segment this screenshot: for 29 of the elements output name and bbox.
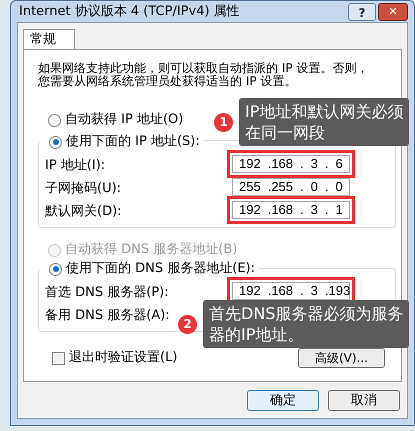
field-label: 首选 DNS 服务器(P):: [45, 284, 169, 300]
field-label: IP 地址(I):: [45, 158, 106, 172]
ip-address-field[interactable]: 192 .168 . 3 .193: [232, 282, 350, 300]
ip-address-field[interactable]: 255 .255 . 0 . 0: [232, 178, 350, 196]
field-label: 默认网关(D):: [45, 204, 122, 218]
help-button[interactable]: ?: [348, 2, 376, 20]
radio-button[interactable]: [49, 262, 62, 276]
ok-button[interactable]: 确定: [247, 390, 319, 411]
field-label: 备用 DNS 服务器(A):: [45, 308, 170, 322]
intro-text: 如果网络支持此功能，则可以获取自动指派的 IP 设置。否则，: [38, 62, 370, 75]
intro-text: 您需要从网络系统管理员处获得适当的 IP 设置。: [38, 75, 298, 88]
checkbox[interactable]: [52, 352, 65, 364]
advanced-button[interactable]: 高级(V)...: [298, 348, 385, 368]
tab[interactable]: 常规: [23, 29, 75, 49]
radio-label: 使用下面的 DNS 服务器地址(E):: [66, 260, 255, 278]
radio-label: 自动获得 IP 地址(O): [65, 111, 184, 130]
callout-tooltip: 首先DNS服务器必须为服务 器的IP地址。: [203, 300, 410, 348]
radio-label: 自动获得 DNS 服务器地址(B): [65, 241, 238, 260]
window-title: Internet 协议版本 4 (TCP/IPv4) 属性: [19, 2, 241, 21]
radio-button[interactable]: [48, 114, 61, 126]
cancel-button[interactable]: 取消: [328, 390, 400, 411]
close-button[interactable]: ✕: [378, 2, 408, 20]
ip-address-field[interactable]: 192 .168 . 3 . 6: [232, 154, 350, 172]
field-label: 子网掩码(U):: [45, 180, 122, 196]
callout-tooltip: IP地址和默认网关必须 在同一网段: [239, 98, 410, 146]
radio-button[interactable]: [49, 136, 62, 148]
ip-address-field[interactable]: 192 .168 . 3 . 1: [232, 200, 350, 218]
radio-label: 使用下面的 IP 地址(S):: [66, 133, 200, 152]
checkbox-label: 退出时验证设置(L): [69, 349, 178, 368]
